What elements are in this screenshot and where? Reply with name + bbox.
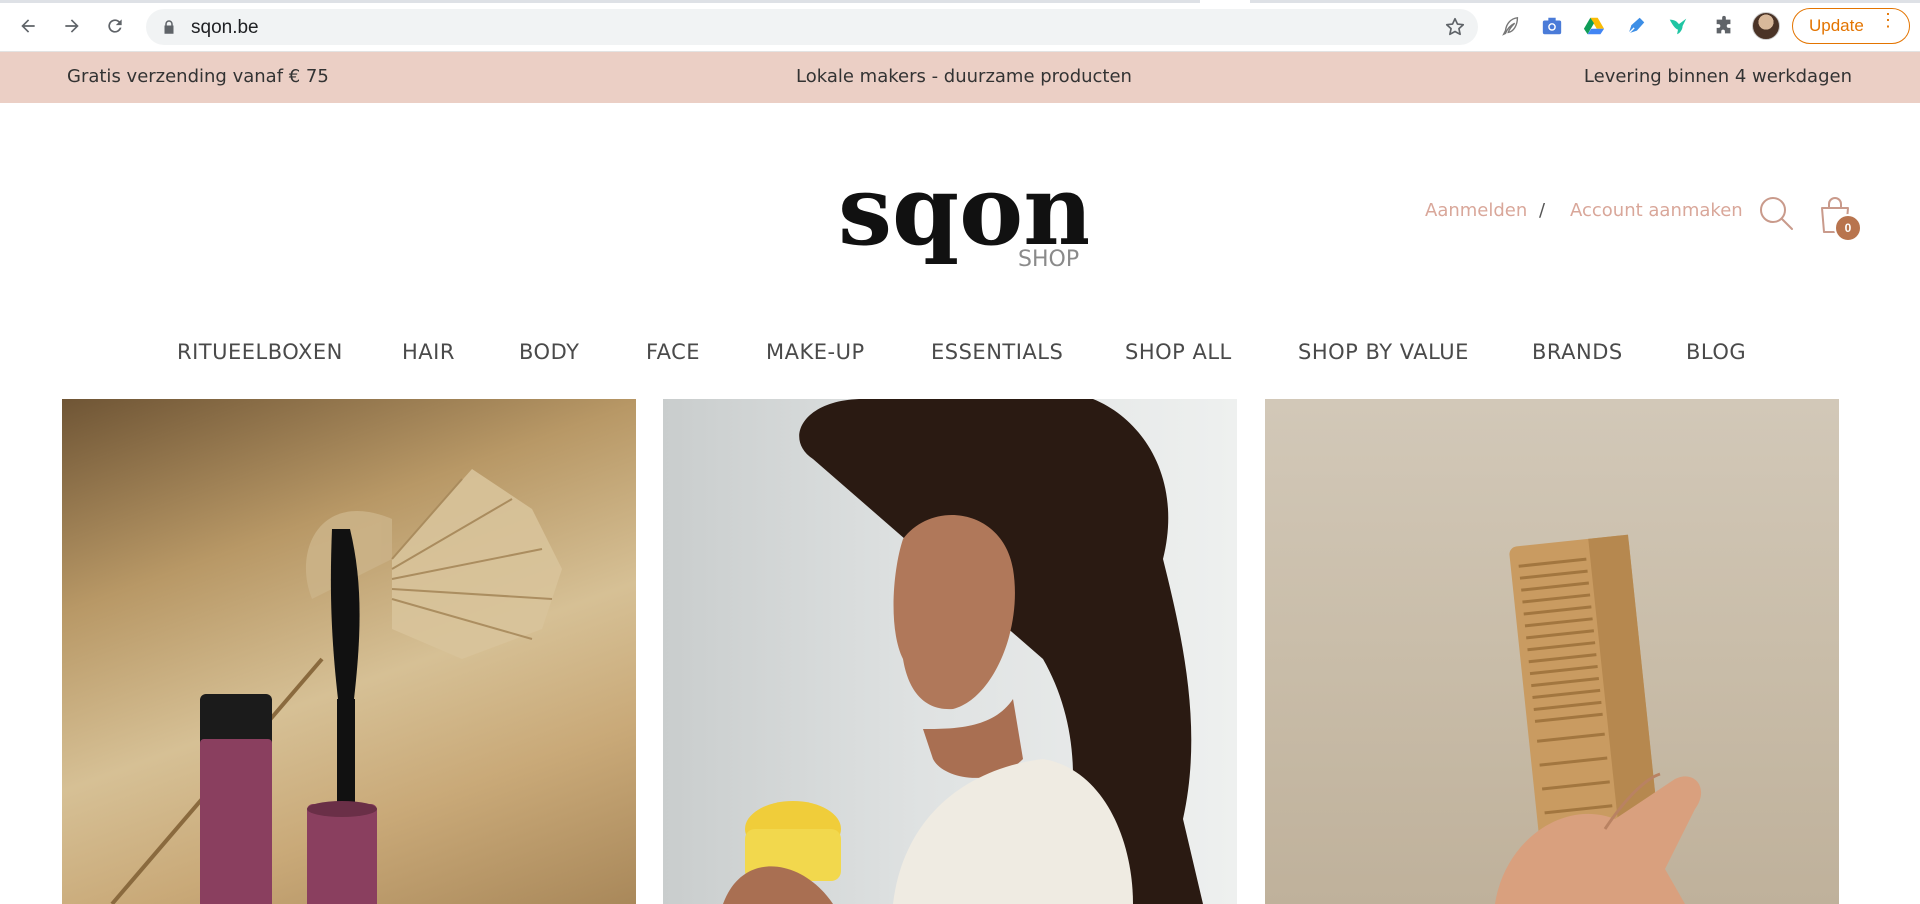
mascara-image (110, 469, 562, 904)
camera-icon[interactable] (1539, 13, 1565, 39)
nav-make-up[interactable]: MAKE-UP (766, 340, 865, 364)
announcement-local-makers: Lokale makers - duurzame producten (796, 66, 1132, 87)
url-text[interactable]: sqon.be (191, 17, 259, 39)
nav-essentials[interactable]: ESSENTIALS (931, 340, 1063, 364)
cart-count-badge[interactable]: 0 (1834, 214, 1862, 242)
address-bar[interactable]: sqon.be (146, 9, 1478, 45)
login-link[interactable]: Aanmelden (1425, 200, 1527, 221)
announcement-delivery: Levering binnen 4 werkdagen (1583, 66, 1852, 87)
lock-icon[interactable] (160, 18, 178, 36)
wooden-comb-image (1495, 534, 1702, 904)
promo-tile-hair[interactable] (1265, 399, 1839, 904)
create-account-link[interactable]: Account aanmaken (1570, 200, 1743, 221)
nav-brands[interactable]: BRANDS (1532, 340, 1623, 364)
nav-shop-by-value[interactable]: SHOP BY VALUE (1298, 340, 1469, 364)
nav-ritueelboxen[interactable]: RITUEELBOXEN (177, 340, 343, 364)
reload-icon (108, 19, 122, 33)
nav-blog[interactable]: BLOG (1686, 340, 1746, 364)
browser-toolbar: sqon.be Update ⋮ (0, 0, 1920, 52)
woman-with-jar-image (723, 399, 1203, 904)
search-icon[interactable] (1758, 195, 1794, 231)
nav-shop-all[interactable]: SHOP ALL (1125, 340, 1232, 364)
site-logo[interactable]: sqon SHOP (838, 154, 1093, 274)
puzzle-icon[interactable] (1711, 13, 1737, 39)
back-button[interactable] (14, 12, 42, 40)
profile-avatar[interactable] (1752, 12, 1780, 40)
nav-hair[interactable]: HAIR (402, 340, 455, 364)
arrow-left-icon (21, 19, 35, 33)
arrow-right-icon (65, 19, 79, 33)
reload-button[interactable] (101, 12, 129, 40)
update-label: Update (1809, 16, 1864, 35)
pen-nib-icon[interactable] (1623, 13, 1649, 39)
feather-icon[interactable] (1498, 13, 1524, 39)
update-button[interactable]: Update ⋮ (1792, 8, 1910, 44)
promo-tile-makeup[interactable] (62, 399, 636, 904)
announcement-bar: Gratis verzending vanaf € 75 Lokale make… (0, 52, 1920, 103)
logo-subtitle: SHOP (1018, 247, 1079, 272)
more-menu-icon[interactable]: ⋮ (1879, 11, 1897, 29)
google-drive-icon[interactable] (1581, 13, 1607, 39)
tab-strip-edge (0, 0, 1920, 3)
nav-body[interactable]: BODY (519, 340, 579, 364)
forward-button[interactable] (58, 12, 86, 40)
account-separator: / (1539, 200, 1546, 221)
main-navigation: RITUEELBOXEN HAIR BODY FACE MAKE-UP ESSE… (0, 340, 1920, 370)
hummingbird-icon[interactable] (1665, 13, 1691, 39)
announcement-free-shipping: Gratis verzending vanaf € 75 (67, 66, 329, 87)
promo-tile-body[interactable] (663, 399, 1237, 904)
nav-face[interactable]: FACE (646, 340, 700, 364)
bookmark-star-icon[interactable] (1444, 16, 1466, 38)
